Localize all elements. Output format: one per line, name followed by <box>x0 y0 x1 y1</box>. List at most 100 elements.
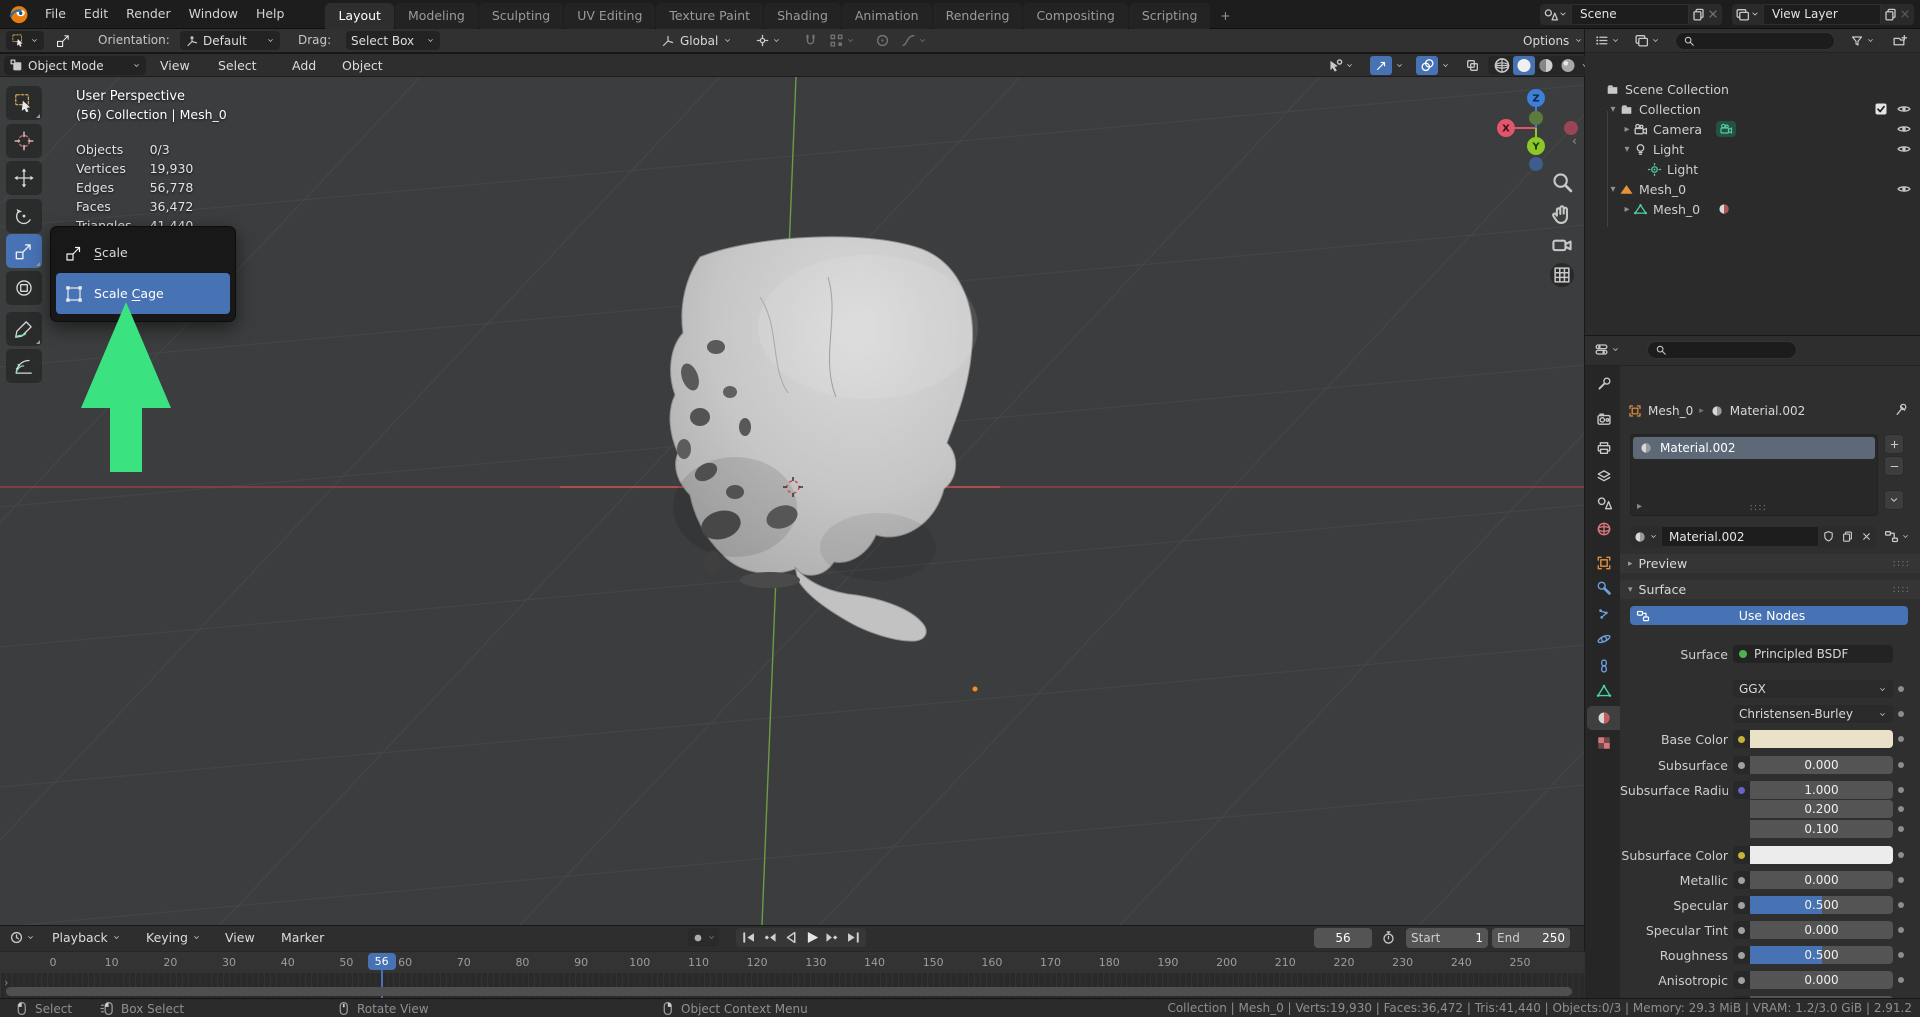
viewport-menu-add[interactable]: Add <box>292 58 316 73</box>
ortho-grid-icon[interactable] <box>1550 263 1574 287</box>
properties-tab-view-layer[interactable] <box>1587 464 1620 488</box>
shading-solid-button[interactable] <box>1513 56 1535 75</box>
outliner-search-input[interactable] <box>1675 32 1835 50</box>
animate-dot[interactable] <box>1898 736 1904 742</box>
timeline-menu-marker[interactable]: Marker <box>281 930 324 945</box>
tool-select-box-button[interactable] <box>6 86 42 120</box>
number-field[interactable]: 0.200 <box>1750 800 1893 818</box>
gizmo-toggle[interactable] <box>1370 56 1392 75</box>
next-keyframe-button[interactable] <box>823 929 842 946</box>
sidebar-collapse-chevron[interactable]: ‹ <box>1572 134 1577 148</box>
fake-user-shield-button[interactable] <box>1819 526 1838 547</box>
play-button[interactable] <box>802 929 821 946</box>
mode-dropdown[interactable]: Object Mode <box>4 56 146 75</box>
menu-edit[interactable]: Edit <box>75 0 117 28</box>
menu-help[interactable]: Help <box>247 0 294 28</box>
menu-file[interactable]: File <box>36 0 75 28</box>
workspace-tab-uv-editing[interactable]: UV Editing <box>564 3 655 29</box>
proportional-falloff-dropdown[interactable] <box>898 31 930 50</box>
expand-caret[interactable]: ▸ <box>1621 124 1633 135</box>
properties-tab-particles[interactable] <box>1587 602 1620 626</box>
remove-slot-button[interactable] <box>1884 456 1904 476</box>
properties-tab-scene[interactable] <box>1587 491 1620 515</box>
prev-keyframe-button[interactable] <box>760 929 779 946</box>
new-collection-button[interactable] <box>1889 31 1910 50</box>
expand-caret[interactable]: ▾ <box>1607 104 1619 115</box>
properties-tab-material[interactable] <box>1587 706 1620 730</box>
outliner-row-scene-collection[interactable]: Scene Collection <box>1585 79 1920 99</box>
shading-material-button[interactable] <box>1535 56 1557 75</box>
transform-orientation-dropdown[interactable]: Global <box>658 31 735 50</box>
unlink-material-button[interactable] <box>1857 526 1876 547</box>
close-icon[interactable] <box>1706 7 1720 21</box>
workspace-tab-modeling[interactable]: Modeling <box>395 3 478 29</box>
animate-dot[interactable] <box>1898 902 1904 908</box>
options-dropdown[interactable]: Options <box>1520 31 1586 50</box>
timeline-menu-view[interactable]: View <box>225 930 255 945</box>
slot-list-expander[interactable]: ▸ <box>1637 501 1642 512</box>
outliner-row-light[interactable]: ▾Light <box>1585 139 1920 159</box>
pan-hand-icon[interactable] <box>1550 202 1574 226</box>
workspace-tab-texture-paint[interactable]: Texture Paint <box>656 3 763 29</box>
animate-dot[interactable] <box>1898 877 1904 883</box>
surface-section-header[interactable]: ▾Surface:::: <box>1620 580 1920 599</box>
properties-tab-constraints[interactable] <box>1587 654 1620 678</box>
animate-dot[interactable] <box>1898 826 1904 832</box>
animate-dot[interactable] <box>1898 762 1904 768</box>
hide-eye-toggle[interactable] <box>1896 181 1912 197</box>
number-field[interactable]: 0.100 <box>1750 820 1893 838</box>
properties-search-input[interactable] <box>1647 341 1797 359</box>
animate-dot[interactable] <box>1898 787 1904 793</box>
use-nodes-button[interactable]: Use Nodes <box>1630 606 1908 625</box>
number-field[interactable]: 1.000 <box>1750 781 1893 799</box>
orientation-dropdown[interactable]: Default <box>180 31 280 50</box>
copy-icon[interactable] <box>1691 7 1706 22</box>
properties-tab-tool[interactable] <box>1587 372 1620 396</box>
frame-start-field[interactable]: Start1 <box>1406 928 1488 948</box>
workspace-tab-sculpting[interactable]: Sculpting <box>479 3 563 29</box>
properties-tab-render[interactable] <box>1587 407 1620 431</box>
color-swatch-field[interactable] <box>1750 730 1893 748</box>
number-field[interactable]: 0.000 <box>1750 971 1893 989</box>
tool-cursor-button[interactable] <box>6 124 42 158</box>
axis-neg-y-ball[interactable] <box>1529 111 1543 125</box>
shading-rendered-button[interactable] <box>1557 56 1579 75</box>
xray-toggle[interactable] <box>1462 56 1483 75</box>
timeline-scrollbar[interactable] <box>6 987 1572 996</box>
outliner-filter-display-dropdown[interactable] <box>1631 31 1663 50</box>
3d-viewport[interactable]: User Perspective (56) Collection | Mesh_… <box>0 77 1585 925</box>
play-reverse-button[interactable] <box>781 929 800 946</box>
snap-toggle[interactable] <box>800 31 821 50</box>
browse-material-dropdown[interactable] <box>1630 526 1661 547</box>
breadcrumb-object[interactable]: Mesh_0 <box>1648 404 1693 418</box>
workspace-tab-layout[interactable]: Layout <box>325 3 394 29</box>
overlays-dropdown[interactable] <box>1438 56 1453 75</box>
hide-eye-toggle[interactable] <box>1896 101 1912 117</box>
drag-dropdown[interactable]: Select Box <box>346 31 440 50</box>
pivot-point-dropdown[interactable] <box>752 31 784 50</box>
tool-rotate-button[interactable] <box>6 199 42 233</box>
hide-eye-toggle[interactable] <box>1896 121 1912 137</box>
timeline-editor-dropdown[interactable] <box>6 928 38 947</box>
collection-checkbox[interactable] <box>1874 102 1888 116</box>
viewport-menu-object[interactable]: Object <box>342 58 383 73</box>
viewport-menu-select[interactable]: Select <box>218 58 257 73</box>
properties-editor-dropdown[interactable] <box>1591 340 1623 359</box>
outliner-row-mesh-0[interactable]: ▾Mesh_0 <box>1585 179 1920 199</box>
workspace-tab-shading[interactable]: Shading <box>764 3 841 29</box>
workspace-tab-scripting[interactable]: Scripting <box>1129 3 1211 29</box>
viewport-menu-view[interactable]: View <box>160 58 190 73</box>
timeline-ruler[interactable]: 0102030405060708090100110120130140150160… <box>0 951 1585 973</box>
material-sphere-badge[interactable] <box>1714 201 1734 217</box>
animate-dot[interactable] <box>1898 711 1904 717</box>
slot-specials-dropdown[interactable] <box>1884 490 1904 510</box>
tool-annotate-button[interactable] <box>6 312 42 346</box>
slider-field[interactable]: 0.500 <box>1750 896 1893 914</box>
proportional-editing-toggle[interactable] <box>872 31 893 50</box>
properties-tab-data[interactable] <box>1587 679 1620 703</box>
properties-tab-output[interactable] <box>1587 436 1620 460</box>
outliner-row-collection[interactable]: ▾Collection <box>1585 99 1920 119</box>
animate-dot[interactable] <box>1898 852 1904 858</box>
axis-neg-z-ball[interactable] <box>1529 157 1543 171</box>
timeline-menu-keying[interactable]: Keying <box>146 930 201 945</box>
